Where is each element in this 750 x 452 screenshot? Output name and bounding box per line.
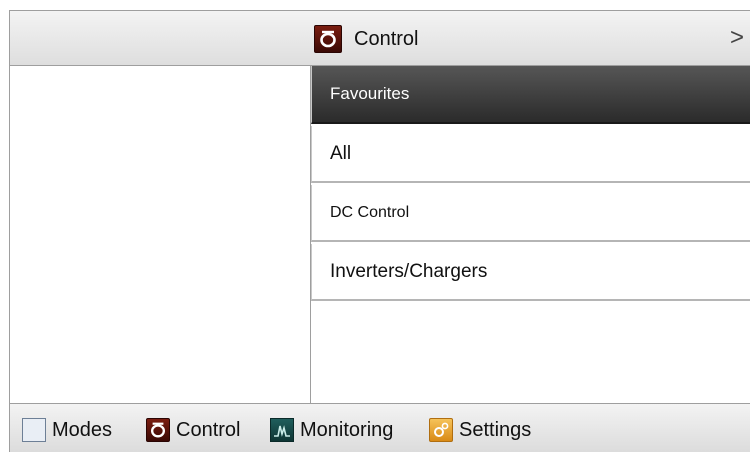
list-item-dc-control[interactable]: DC Control bbox=[311, 185, 750, 242]
list-item-all[interactable]: All bbox=[311, 126, 750, 183]
nav-label: Monitoring bbox=[300, 418, 394, 441]
bottom-nav-bar: Modes Control Monitoring Settings bbox=[9, 403, 750, 452]
list-item-label: Inverters/Chargers bbox=[330, 260, 488, 282]
header-title-group: Control bbox=[314, 23, 418, 55]
header-bar: Control > bbox=[9, 10, 750, 66]
list-item-label: All bbox=[330, 142, 352, 164]
control-icon bbox=[146, 418, 170, 442]
list-item-label: Favourites bbox=[330, 84, 410, 103]
nav-label: Control bbox=[176, 418, 241, 441]
monitoring-icon bbox=[270, 418, 294, 442]
nav-control-button[interactable]: Control bbox=[146, 416, 240, 444]
nav-monitoring-button[interactable]: Monitoring bbox=[270, 416, 393, 444]
page-title: Control bbox=[354, 27, 419, 50]
nav-settings-button[interactable]: Settings bbox=[429, 416, 531, 444]
next-page-button[interactable]: > bbox=[730, 23, 744, 53]
list-item-inverters-chargers[interactable]: Inverters/Chargers bbox=[311, 244, 750, 301]
nav-label: Settings bbox=[459, 418, 532, 441]
nav-label: Modes bbox=[52, 418, 113, 441]
list-item-label: DC Control bbox=[330, 203, 410, 221]
category-list: Favourites All DC Control Inverters/Char… bbox=[311, 66, 750, 403]
control-icon bbox=[314, 25, 342, 53]
left-content-panel bbox=[9, 66, 311, 403]
settings-icon bbox=[429, 418, 453, 442]
nav-modes-button[interactable]: Modes bbox=[22, 416, 112, 444]
app-window: Control > Favourites All DC Control Inve… bbox=[0, 0, 750, 452]
modes-icon bbox=[22, 418, 46, 442]
list-item-favourites[interactable]: Favourites bbox=[311, 66, 750, 124]
